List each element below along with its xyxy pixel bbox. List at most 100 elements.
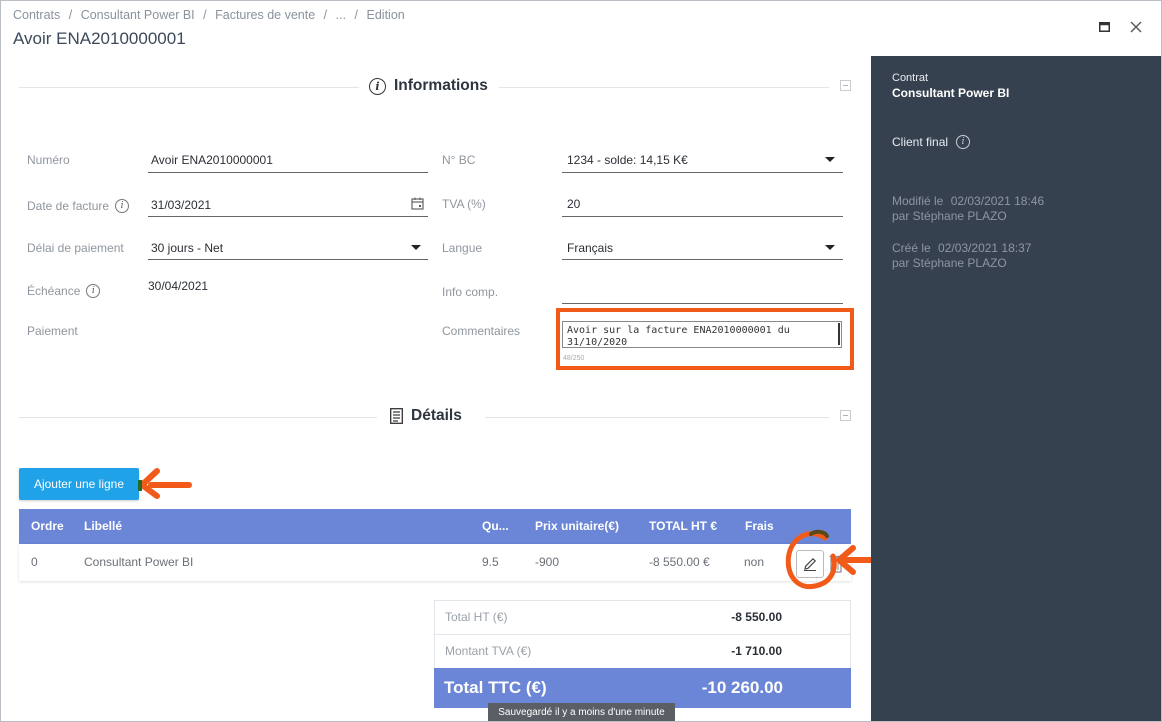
montant-tva-row: Montant TVA (€) -1 710.00 — [434, 634, 851, 668]
add-line-button[interactable]: Ajouter une ligne — [19, 468, 139, 500]
commentaires-label-text: Commentaires — [442, 324, 521, 338]
informations-section-header: i Informations — [19, 77, 851, 97]
created-info: Créé le 02/03/2021 18:37 — [892, 241, 1031, 255]
header: Contrats / Consultant Power BI / Facture… — [1, 1, 1161, 56]
info-icon[interactable]: i — [115, 199, 130, 213]
modified-by: par Stéphane PLAZO — [892, 209, 1007, 223]
maximize-icon[interactable] — [1094, 17, 1114, 37]
informations-title: i Informations — [369, 77, 488, 95]
breadcrumb-separator: / — [354, 8, 359, 22]
tva-label-text: TVA (%) — [442, 197, 486, 211]
close-icon[interactable] — [1126, 17, 1146, 37]
cell-total: -8 550.00 € — [649, 555, 710, 569]
modified-label: Modifié le — [892, 194, 944, 208]
date-underline — [148, 216, 428, 217]
tva-field[interactable]: 20 — [567, 197, 580, 211]
info-icon[interactable]: i — [86, 284, 101, 298]
numero-label: Numéro — [27, 153, 70, 167]
tva-label: TVA (%) — [442, 197, 486, 211]
modified-info: Modifié le 02/03/2021 18:46 — [892, 194, 1044, 208]
calendar-icon[interactable] — [411, 197, 424, 215]
total-ttc-label: Total TTC (€) — [444, 678, 547, 697]
breadcrumb-separator: / — [323, 8, 328, 22]
details-section-header: Détails — [19, 407, 851, 427]
paiement-label: Paiement — [27, 324, 78, 338]
col-libelle[interactable]: Libellé — [84, 509, 122, 544]
montant-tva-value: -1 710.00 — [731, 644, 782, 658]
breadcrumb-ellipsis[interactable]: ... — [336, 8, 346, 22]
collapse-informations-button[interactable] — [840, 80, 851, 91]
breadcrumb-separator: / — [68, 8, 73, 22]
breadcrumb-edition: Edition — [366, 8, 405, 22]
created-label: Créé le — [892, 241, 931, 255]
info-comp-label-text: Info comp. — [442, 285, 499, 299]
table-row[interactable]: 0 Consultant Power BI 9.5 -900 -8 550.00… — [19, 544, 851, 581]
langue-select[interactable]: Français — [567, 241, 613, 255]
bc-label: N° BC — [442, 153, 475, 167]
document-icon — [390, 408, 403, 424]
divider — [19, 87, 359, 88]
cell-prix: -900 — [535, 555, 560, 569]
echeance-label: Échéance i — [27, 284, 101, 298]
total-ttc-row: Total TTC (€) -10 260.00 — [434, 668, 851, 708]
save-status-toast: Sauvegardé il y a moins d'une minute — [488, 703, 675, 721]
invoice-edit-window: Contrats / Consultant Power BI / Facture… — [0, 0, 1162, 722]
total-ht-row: Total HT (€) -8 550.00 — [434, 600, 851, 634]
page-title: Avoir ENA2010000001 — [13, 29, 186, 48]
bc-underline — [562, 172, 843, 173]
total-ht-value: -8 550.00 — [731, 610, 782, 624]
created-date: 02/03/2021 18:37 — [938, 241, 1032, 255]
info-icon: i — [369, 77, 386, 95]
chevron-down-icon[interactable] — [825, 157, 835, 162]
created-by: par Stéphane PLAZO — [892, 256, 1007, 270]
delai-label: Délai de paiement — [27, 241, 124, 255]
langue-underline — [562, 259, 843, 260]
breadcrumb-factures[interactable]: Factures de vente — [215, 8, 315, 22]
langue-label-text: Langue — [442, 241, 483, 255]
collapse-details-button[interactable] — [840, 410, 851, 421]
tva-underline — [562, 216, 843, 217]
numero-label-text: Numéro — [27, 153, 70, 167]
info-comp-underline — [562, 303, 843, 304]
bc-label-text: N° BC — [442, 153, 476, 167]
annotation-highlight-box — [556, 308, 854, 370]
echeance-label-text: Échéance — [27, 284, 81, 298]
total-ht-label: Total HT (€) — [445, 610, 508, 624]
client-final-label: Client final — [892, 135, 949, 149]
col-total[interactable]: TOTAL HT € — [649, 509, 717, 544]
details-label: Détails — [411, 407, 462, 424]
numero-underline — [148, 172, 428, 173]
cell-libelle: Consultant Power BI — [84, 555, 194, 569]
info-icon[interactable]: i — [956, 135, 971, 149]
divider — [19, 417, 377, 418]
commentaires-label: Commentaires — [442, 324, 520, 338]
chevron-down-icon[interactable] — [411, 245, 421, 250]
montant-tva-label: Montant TVA (€) — [445, 644, 532, 658]
col-quantite[interactable]: Qu... — [482, 509, 509, 544]
delai-underline — [148, 259, 428, 260]
breadcrumb: Contrats / Consultant Power BI / Facture… — [13, 8, 405, 22]
details-title: Détails — [390, 407, 462, 425]
main-form: i Informations Numéro Avoir ENA201000000… — [1, 56, 881, 721]
paiement-label-text: Paiement — [27, 324, 78, 338]
info-comp-label: Info comp. — [442, 285, 498, 299]
numero-field[interactable]: Avoir ENA2010000001 — [151, 153, 273, 167]
total-ttc-value: -10 260.00 — [701, 678, 783, 697]
cell-quantite: 9.5 — [482, 555, 499, 569]
date-label-text: Date de facture — [27, 199, 110, 213]
client-final: Client final i — [892, 135, 971, 149]
col-frais[interactable]: Frais — [745, 509, 774, 544]
side-panel: Contrat Consultant Power BI Client final… — [871, 56, 1161, 721]
chevron-down-icon[interactable] — [825, 245, 835, 250]
annotation-arrow — [138, 468, 192, 499]
date-field[interactable]: 31/03/2021 — [151, 198, 211, 212]
cell-ordre: 0 — [31, 555, 38, 569]
delai-select[interactable]: 30 jours - Net — [151, 241, 223, 255]
col-ordre[interactable]: Ordre — [31, 509, 64, 544]
bc-select[interactable]: 1234 - solde: 14,15 K€ — [567, 153, 688, 167]
contrat-value[interactable]: Consultant Power BI — [892, 86, 1009, 100]
langue-label: Langue — [442, 241, 482, 255]
breadcrumb-contrats[interactable]: Contrats — [13, 8, 60, 22]
breadcrumb-contract[interactable]: Consultant Power BI — [81, 8, 195, 22]
col-prix[interactable]: Prix unitaire(€) — [535, 509, 619, 544]
